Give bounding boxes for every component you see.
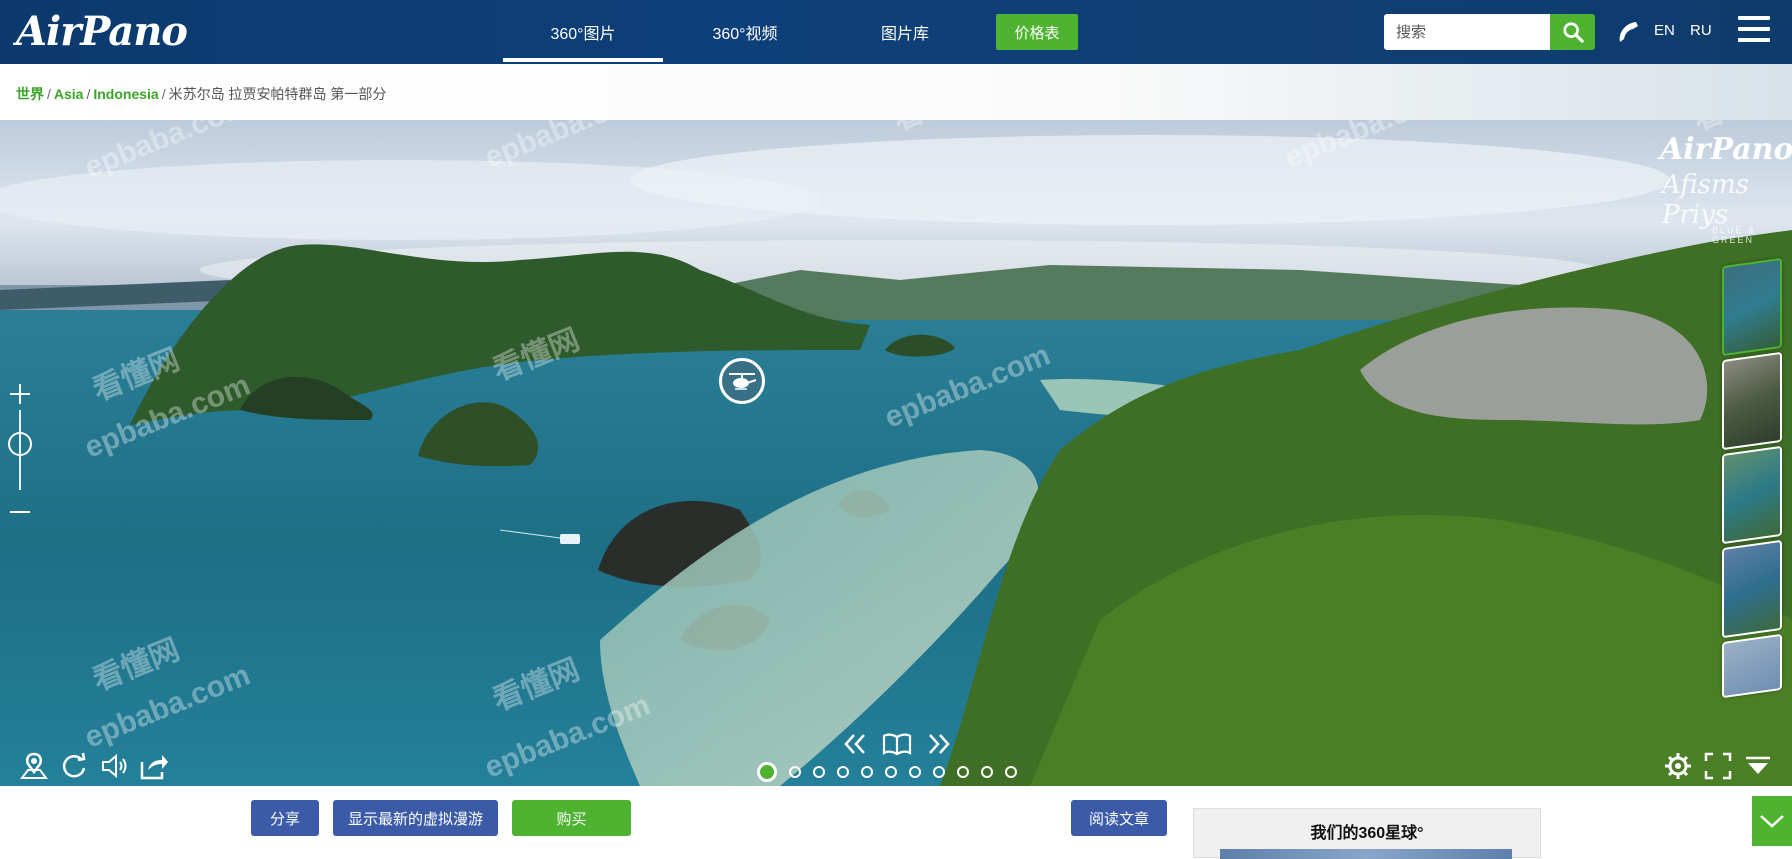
panorama-viewer[interactable]: 看懂网 epbaba.com 看懂网 epbaba.com 看懂网 看懂网 ep…	[0, 120, 1792, 786]
pagination-dot[interactable]	[957, 766, 969, 778]
top-navigation-bar: AirPano 360°图片 360°视频 图片库 价格表 EN RU	[0, 0, 1792, 64]
phone-icon[interactable]	[1614, 18, 1642, 46]
airpano-watermark-logo: AirPano	[1660, 132, 1792, 167]
pagination-dot[interactable]	[837, 766, 849, 778]
settings-gear-icon[interactable]	[1662, 750, 1694, 782]
chevron-down-icon	[1760, 815, 1784, 828]
pagination-dot[interactable]	[861, 766, 873, 778]
pagination-dot[interactable]	[885, 766, 897, 778]
breadcrumb-indonesia[interactable]: Indonesia	[93, 86, 158, 102]
next-arrow-icon[interactable]	[926, 731, 952, 757]
book-icon[interactable]	[882, 731, 912, 757]
share-button[interactable]: 分享	[251, 800, 319, 836]
pagination-dot[interactable]	[757, 762, 777, 782]
photographer-signature: Afisms Priys	[1662, 170, 1750, 230]
signature-subtitle: BLUE & GREEN	[1712, 225, 1757, 245]
latest-tours-button[interactable]: 显示最新的虚拟漫游	[333, 800, 498, 836]
zoom-out-icon[interactable]	[8, 500, 32, 524]
fullscreen-icon[interactable]	[1702, 750, 1734, 782]
airpano-logo[interactable]: AirPano	[16, 8, 188, 55]
planet-360-title: 我们的360星球°	[1310, 825, 1424, 842]
bottom-action-bar: 分享 显示最新的虚拟漫游 购买 阅读文章 我们的360星球°	[0, 786, 1792, 859]
auto-rotate-icon[interactable]	[58, 750, 90, 782]
pagination-dot[interactable]	[1005, 766, 1017, 778]
pagination-dot[interactable]	[909, 766, 921, 778]
breadcrumb: 世界 / Asia / Indonesia / 米苏尔岛 拉贾安帕特群岛 第一部分	[16, 86, 387, 102]
thumbnail-1[interactable]	[1722, 257, 1782, 357]
thumbnail-3[interactable]	[1722, 445, 1782, 545]
collapse-panel-icon[interactable]	[1742, 750, 1774, 782]
language-ru[interactable]: RU	[1690, 22, 1712, 39]
language-en[interactable]: EN	[1654, 22, 1675, 39]
buy-button[interactable]: 购买	[512, 800, 631, 836]
tab-360-photos[interactable]: 360°图片	[503, 0, 663, 64]
hamburger-menu-icon[interactable]	[1738, 16, 1770, 46]
panorama-scene	[0, 120, 1792, 786]
thumbnail-5[interactable]	[1722, 633, 1782, 699]
pano-pagination	[757, 762, 1017, 782]
share-icon[interactable]	[138, 750, 170, 782]
zoom-in-icon[interactable]	[8, 382, 32, 406]
breadcrumb-current: 米苏尔岛 拉贾安帕特群岛 第一部分	[168, 86, 387, 102]
price-list-button[interactable]: 价格表	[996, 14, 1078, 50]
pagination-dot[interactable]	[789, 766, 801, 778]
breadcrumb-world[interactable]: 世界	[16, 86, 44, 102]
thumbnail-4[interactable]	[1722, 539, 1782, 639]
read-article-button[interactable]: 阅读文章	[1071, 800, 1167, 836]
sound-icon[interactable]	[98, 750, 130, 782]
zoom-slider-handle[interactable]	[8, 432, 32, 456]
pagination-dot[interactable]	[981, 766, 993, 778]
planet-360-image[interactable]	[1220, 849, 1512, 859]
search-button[interactable]	[1550, 14, 1595, 50]
breadcrumb-asia[interactable]: Asia	[54, 86, 84, 102]
helicopter-hotspot-icon[interactable]	[719, 358, 765, 404]
panorama-thumbnail-strip	[1722, 257, 1788, 699]
pagination-dot[interactable]	[813, 766, 825, 778]
scroll-down-button[interactable]	[1752, 796, 1792, 846]
tab-360-videos[interactable]: 360°视频	[665, 0, 825, 64]
pagination-dot[interactable]	[933, 766, 945, 778]
breadcrumb-bar: 世界 / Asia / Indonesia / 米苏尔岛 拉贾安帕特群岛 第一部分	[0, 64, 1792, 120]
search-input[interactable]	[1384, 14, 1552, 50]
previous-arrow-icon[interactable]	[842, 731, 868, 757]
planet-360-widget[interactable]: 我们的360星球°	[1193, 808, 1541, 859]
search-icon	[1562, 22, 1584, 43]
map-pin-icon[interactable]	[18, 750, 50, 782]
tab-gallery[interactable]: 图片库	[825, 0, 985, 64]
thumbnail-2[interactable]	[1722, 351, 1782, 451]
